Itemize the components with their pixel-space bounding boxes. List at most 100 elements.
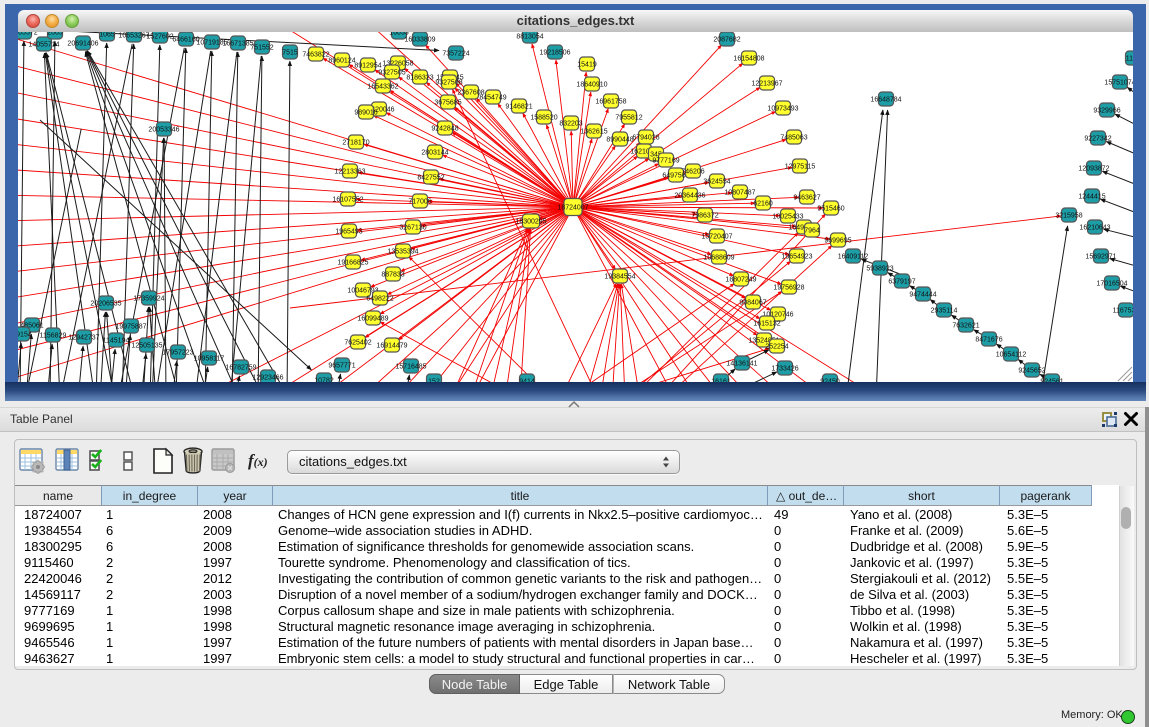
svg-text:2935114: 2935114 — [931, 308, 958, 315]
svg-text:17957223: 17957223 — [162, 350, 193, 357]
svg-text:9327505: 9327505 — [378, 70, 405, 77]
svg-text:6794028: 6794028 — [632, 135, 659, 142]
svg-text:5938923: 5938923 — [866, 266, 893, 273]
svg-text:9474444: 9474444 — [909, 292, 936, 299]
svg-text:2005: 2005 — [47, 32, 63, 37]
svg-text:3675685: 3675685 — [434, 100, 461, 107]
svg-text:8186323: 8186323 — [406, 75, 433, 82]
svg-text:18724007: 18724007 — [557, 205, 588, 212]
svg-text:2718170: 2718170 — [342, 140, 369, 147]
svg-text:16782759: 16782759 — [225, 365, 256, 372]
svg-text:7625402: 7625402 — [344, 340, 371, 347]
svg-text:8471676: 8471676 — [975, 337, 1002, 344]
svg-text:6498222: 6498222 — [366, 296, 393, 303]
svg-text:16961758: 16961758 — [595, 99, 626, 106]
svg-text:7357224: 7357224 — [442, 51, 469, 58]
svg-text:9777169: 9777169 — [652, 158, 679, 165]
svg-text:1527602: 1527602 — [146, 34, 173, 41]
svg-text:14136141: 14136141 — [726, 361, 757, 368]
svg-text:19384554: 19384554 — [604, 274, 635, 281]
svg-text:19166825: 19166825 — [337, 260, 368, 267]
svg-text:20691406: 20691406 — [67, 41, 98, 48]
svg-text:10654112: 10654112 — [996, 352, 1027, 359]
svg-text:751552: 751552 — [250, 45, 273, 52]
svg-text:8960124: 8960124 — [328, 58, 355, 65]
svg-text:12923466: 12923466 — [252, 375, 283, 382]
svg-text:3267130: 3267130 — [399, 225, 426, 232]
svg-text:9084067: 9084067 — [739, 300, 766, 307]
svg-text:16154808: 16154808 — [733, 56, 764, 63]
svg-text:15720407: 15720407 — [701, 234, 732, 241]
svg-text:19975887: 19975887 — [115, 324, 146, 331]
svg-text:1167534: 1167534 — [1113, 308, 1133, 315]
svg-text:1588520: 1588520 — [530, 115, 557, 122]
svg-text:10782: 10782 — [314, 378, 334, 383]
svg-text:7986372: 7986372 — [691, 213, 718, 220]
svg-text:10025433: 10025433 — [772, 214, 803, 221]
svg-text:19654923: 19654923 — [781, 254, 812, 261]
svg-text:19756928: 19756928 — [773, 285, 804, 292]
svg-text:1362615: 1362615 — [580, 129, 607, 136]
svg-text:8912954: 8912954 — [354, 63, 381, 70]
svg-text:9327508: 9327508 — [435, 80, 462, 87]
svg-text:39154: 39154 — [18, 332, 32, 339]
svg-text:9146821: 9146821 — [505, 104, 532, 111]
svg-text:7515: 7515 — [282, 50, 298, 57]
svg-text:8454749: 8454749 — [479, 95, 506, 102]
svg-text:14055714: 14055714 — [28, 42, 59, 49]
svg-text:252254: 252254 — [765, 344, 788, 351]
svg-text:16671385: 16671385 — [222, 41, 253, 48]
svg-text:16409112: 16409112 — [838, 254, 869, 261]
svg-text:10688609: 10688609 — [703, 255, 734, 262]
svg-text:9699695: 9699695 — [824, 238, 851, 245]
svg-text:18807249: 18807249 — [725, 277, 756, 284]
svg-text:924561: 924561 — [1040, 379, 1063, 383]
svg-text:3624554: 3624554 — [703, 179, 730, 186]
svg-text:10958117: 10958117 — [194, 356, 225, 363]
svg-text:8813054: 8813054 — [516, 34, 543, 41]
svg-text:8427552: 8427552 — [417, 175, 444, 182]
svg-text:17016504: 17016504 — [1096, 281, 1127, 288]
svg-text:10653267: 10653267 — [118, 33, 149, 40]
svg-text:746206: 746206 — [681, 169, 704, 176]
svg-text:9515460: 9515460 — [817, 206, 844, 213]
svg-text:12975115: 12975115 — [785, 164, 816, 171]
svg-text:17359924: 17359924 — [133, 296, 164, 303]
svg-text:12213967: 12213967 — [751, 81, 782, 88]
svg-text:7485063: 7485063 — [780, 135, 807, 142]
svg-text:6379197: 6379197 — [888, 279, 915, 286]
svg-text:9414: 9414 — [519, 379, 535, 383]
svg-text:9329966: 9329966 — [1093, 108, 1120, 115]
svg-text:12942737: 12942737 — [68, 335, 99, 342]
svg-text:2087682: 2087682 — [713, 37, 740, 44]
svg-text:3215958: 3215958 — [1055, 213, 1082, 220]
svg-text:18640910: 18640910 — [576, 82, 607, 89]
svg-text:92450: 92450 — [820, 379, 840, 383]
svg-text:16161: 16161 — [711, 379, 731, 383]
svg-text:15692971: 15692971 — [1085, 254, 1116, 261]
svg-text:1117: 1117 — [1126, 56, 1133, 63]
svg-text:7955812: 7955812 — [615, 115, 642, 122]
svg-text:16099489: 16099489 — [357, 316, 388, 323]
svg-text:16107552: 16107552 — [332, 197, 363, 204]
svg-text:12505135: 12505135 — [131, 343, 162, 350]
svg-text:1065: 1065 — [99, 32, 115, 39]
svg-text:20053346: 20053346 — [148, 127, 179, 134]
svg-text:16914479: 16914479 — [376, 343, 407, 350]
svg-text:15419: 15419 — [577, 62, 597, 69]
svg-text:9242848: 9242848 — [431, 126, 458, 133]
svg-text:2803144: 2803144 — [421, 150, 448, 157]
svg-text:1605572: 1605572 — [18, 32, 38, 37]
svg-text:12213363: 12213363 — [334, 169, 365, 176]
svg-text:15716485: 15716485 — [395, 364, 426, 371]
svg-text:1244415: 1244415 — [1078, 194, 1105, 201]
svg-text:15751074: 15751074 — [1104, 80, 1133, 87]
svg-text:832203: 832203 — [559, 121, 582, 128]
svg-text:1615132: 1615132 — [753, 321, 780, 328]
svg-text:19218506: 19218506 — [539, 50, 570, 57]
svg-text:152: 152 — [428, 379, 440, 383]
svg-text:8990448: 8990448 — [606, 137, 633, 144]
svg-text:20364436: 20364436 — [674, 193, 705, 200]
svg-text:9245652: 9245652 — [1018, 368, 1045, 375]
svg-text:10973493: 10973493 — [767, 106, 798, 113]
